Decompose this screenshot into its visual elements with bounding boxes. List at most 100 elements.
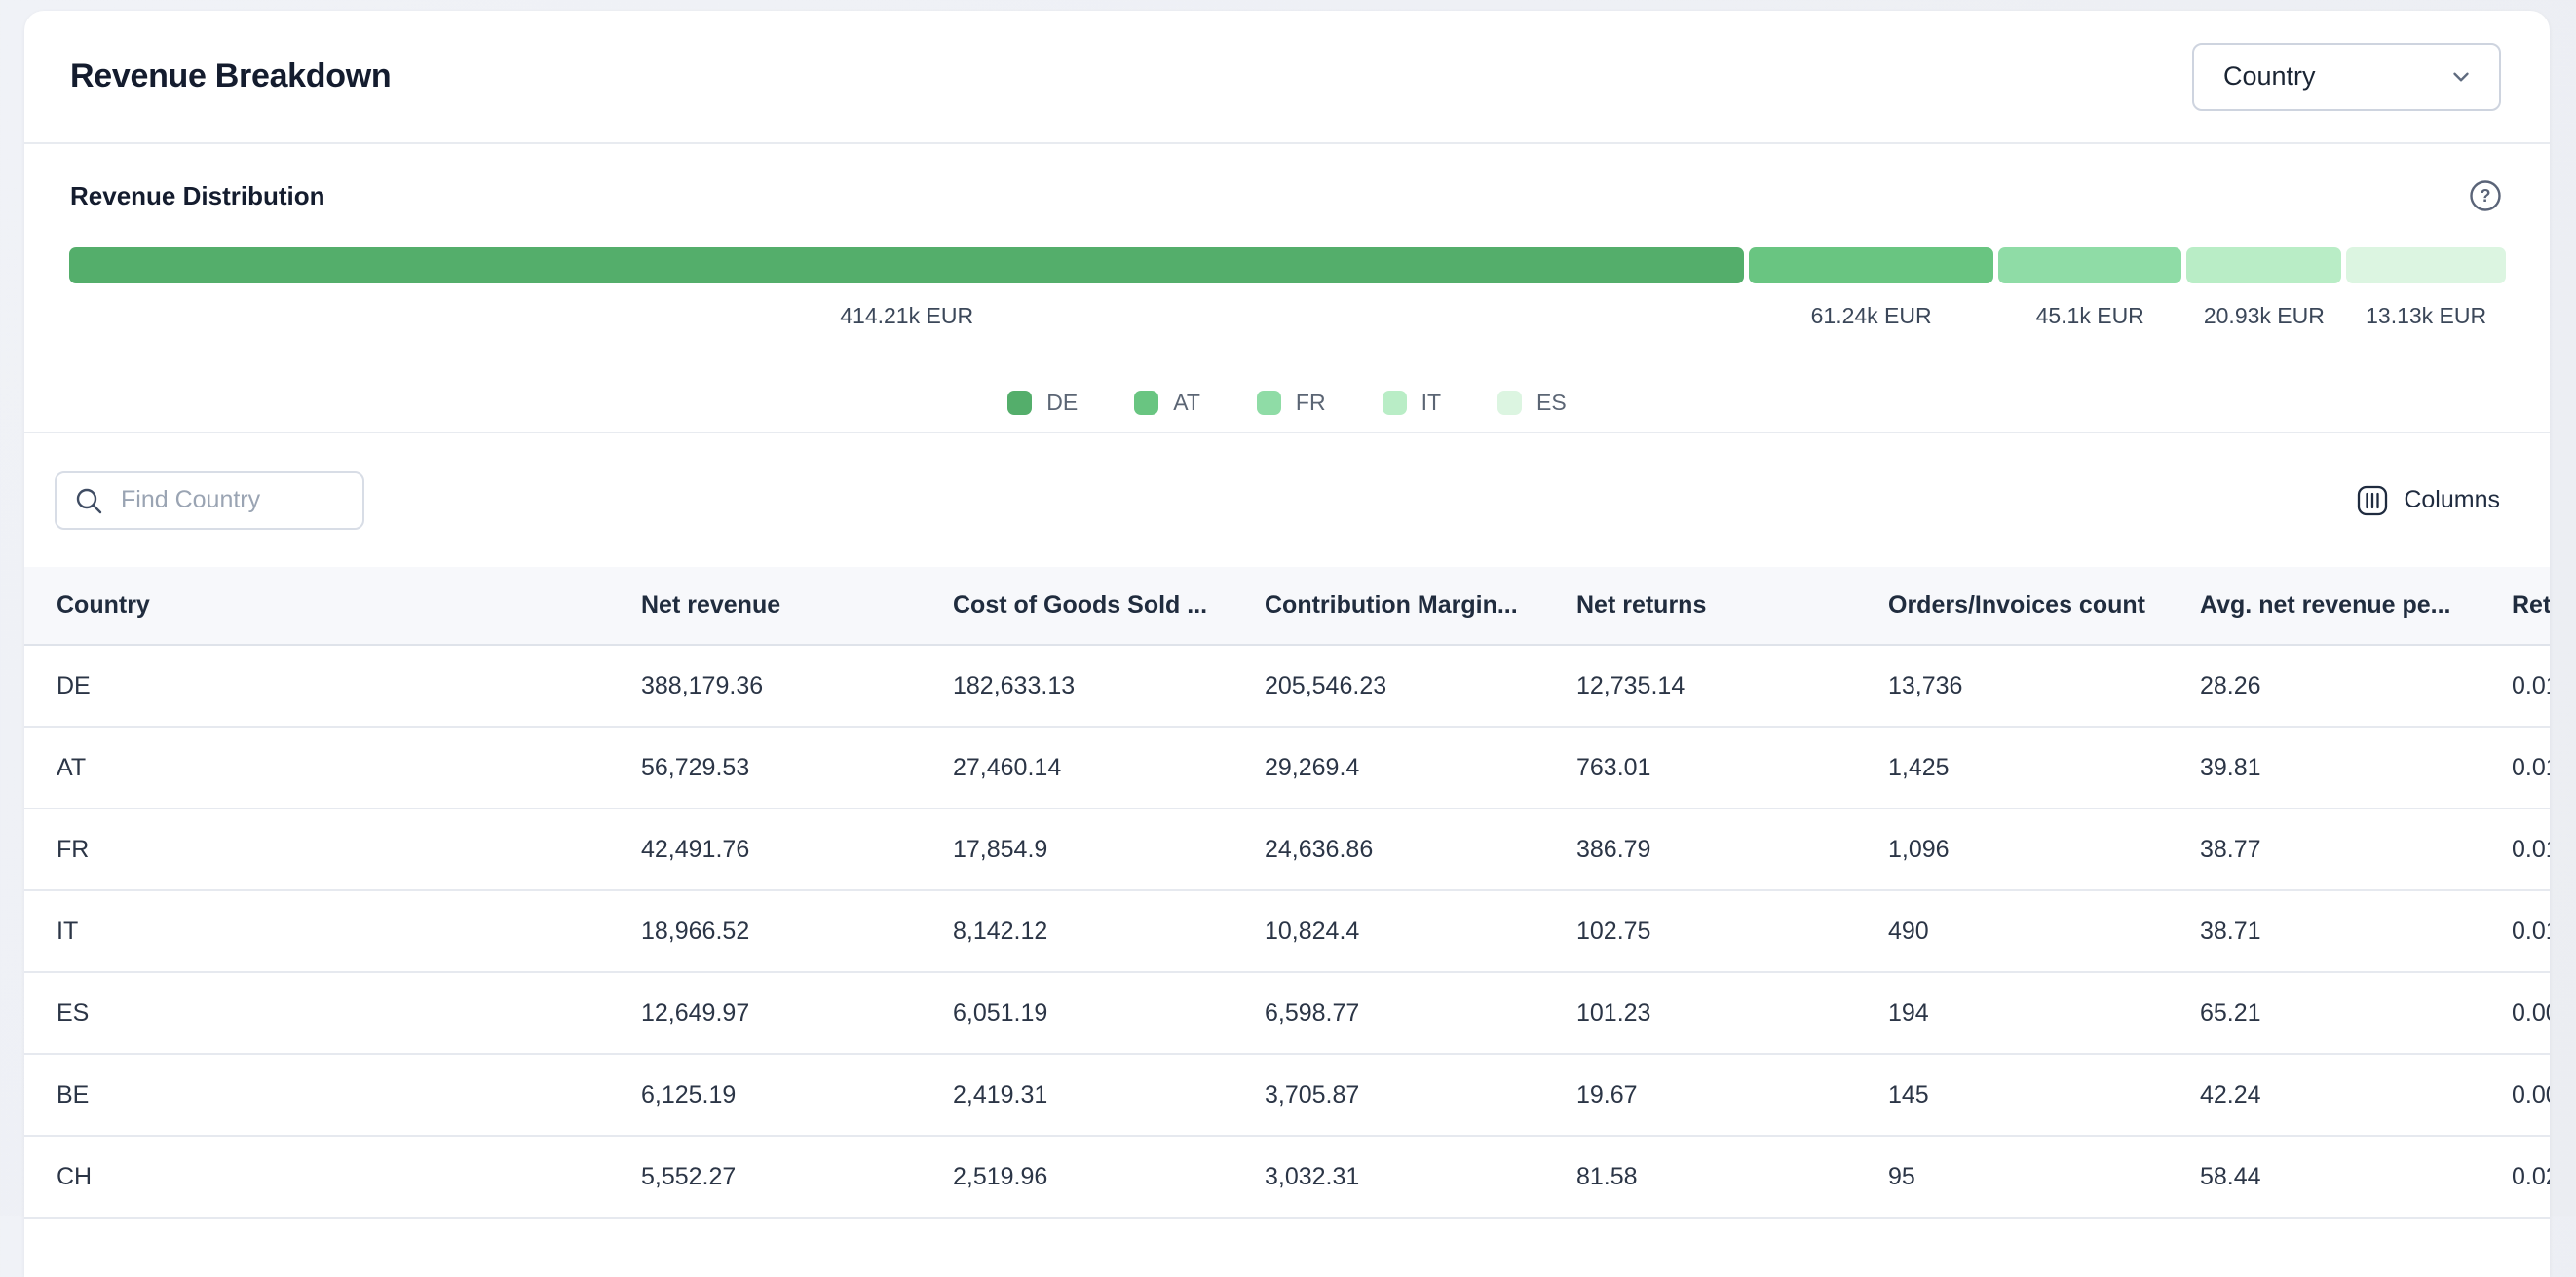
cell-7: 0.00	[2512, 999, 2550, 1028]
cell-0: BE	[57, 1081, 641, 1109]
cell-2: 2,419.31	[953, 1081, 1265, 1109]
table-row-fr[interactable]: FR42,491.7617,854.924,636.86386.791,0963…	[24, 809, 2550, 891]
cell-4: 81.58	[1576, 1163, 1888, 1191]
cell-6: 28.26	[2200, 672, 2512, 700]
cell-2: 2,519.96	[953, 1163, 1265, 1191]
bar-segment-value-it: 20.93k EUR	[2186, 303, 2341, 329]
cell-4: 386.79	[1576, 836, 1888, 864]
breakdown-table: CountryNet revenueCost of Goods Sold ...…	[24, 567, 2550, 1219]
cell-4: 19.67	[1576, 1081, 1888, 1109]
legend-item-fr[interactable]: FR	[1257, 390, 1326, 416]
table-row-de[interactable]: DE388,179.36182,633.13205,546.2312,735.1…	[24, 646, 2550, 728]
cell-0: FR	[57, 836, 641, 864]
stacked-bar-chart: 414.21k EUR61.24k EUR45.1k EUR20.93k EUR…	[69, 247, 2506, 329]
cell-7: 0.00	[2512, 1081, 2550, 1109]
legend-label: FR	[1296, 390, 1326, 416]
cell-0: AT	[57, 754, 641, 782]
search-box[interactable]	[55, 471, 364, 530]
column-header-5[interactable]: Orders/Invoices count	[1888, 591, 2200, 620]
search-input[interactable]	[121, 486, 345, 514]
cell-7: 0.01	[2512, 836, 2550, 864]
cell-0: DE	[57, 672, 641, 700]
bar-segment-de[interactable]	[69, 247, 1744, 283]
cell-1: 12,649.97	[641, 999, 953, 1028]
column-header-6[interactable]: Avg. net revenue pe...	[2200, 591, 2512, 620]
help-icon[interactable]: ?	[2469, 179, 2502, 212]
legend-swatch-de	[1007, 391, 1032, 415]
cell-1: 6,125.19	[641, 1081, 953, 1109]
cell-3: 205,546.23	[1265, 672, 1576, 700]
cell-5: 194	[1888, 999, 2200, 1028]
cell-1: 5,552.27	[641, 1163, 953, 1191]
table-body: DE388,179.36182,633.13205,546.2312,735.1…	[24, 646, 2550, 1219]
table-row-es[interactable]: ES12,649.976,051.196,598.77101.2319465.2…	[24, 973, 2550, 1055]
stacked-bar	[69, 247, 2506, 283]
cell-2: 27,460.14	[953, 754, 1265, 782]
column-header-3[interactable]: Contribution Margin...	[1265, 591, 1576, 620]
column-header-4[interactable]: Net returns	[1576, 591, 1888, 620]
cell-1: 18,966.52	[641, 918, 953, 946]
cell-0: ES	[57, 999, 641, 1028]
cell-1: 56,729.53	[641, 754, 953, 782]
cell-0: IT	[57, 918, 641, 946]
table-header-row: CountryNet revenueCost of Goods Sold ...…	[24, 567, 2550, 646]
cell-7: 0.01	[2512, 918, 2550, 946]
column-header-0[interactable]: Country	[57, 591, 641, 620]
legend-swatch-it	[1383, 391, 1407, 415]
cell-7: 0.01	[2512, 672, 2550, 700]
legend-swatch-at	[1134, 391, 1158, 415]
table-toolbar: Columns	[24, 433, 2550, 567]
column-header-1[interactable]: Net revenue	[641, 591, 953, 620]
distribution-title: Revenue Distribution	[70, 181, 324, 211]
revenue-breakdown-card: Revenue Breakdown Country Revenue Distri…	[24, 11, 2550, 1277]
page-title: Revenue Breakdown	[70, 57, 391, 95]
cell-0: CH	[57, 1163, 641, 1191]
legend-item-it[interactable]: IT	[1383, 390, 1441, 416]
cell-5: 13,736	[1888, 672, 2200, 700]
columns-button-label: Columns	[2404, 486, 2500, 514]
cell-4: 12,735.14	[1576, 672, 1888, 700]
cell-4: 101.23	[1576, 999, 1888, 1028]
svg-text:?: ?	[2481, 186, 2491, 206]
bar-segment-it[interactable]	[2186, 247, 2341, 283]
cell-6: 38.77	[2200, 836, 2512, 864]
bar-segment-es[interactable]	[2346, 247, 2506, 283]
table-row-ch[interactable]: CH5,552.272,519.963,032.3181.589558.440.…	[24, 1137, 2550, 1219]
column-header-7[interactable]: Ret	[2512, 591, 2550, 620]
cell-3: 29,269.4	[1265, 754, 1576, 782]
bar-segment-fr[interactable]	[1998, 247, 2182, 283]
legend-swatch-es	[1497, 391, 1522, 415]
dimension-select[interactable]: Country	[2192, 43, 2501, 111]
chevron-down-icon	[2448, 64, 2474, 90]
chart-legend: DE AT FR IT ES	[24, 390, 2550, 416]
legend-item-de[interactable]: DE	[1007, 390, 1078, 416]
bar-segment-value-fr: 45.1k EUR	[1998, 303, 2182, 329]
cell-2: 17,854.9	[953, 836, 1265, 864]
bar-segment-at[interactable]	[1749, 247, 1993, 283]
cell-4: 763.01	[1576, 754, 1888, 782]
bar-segment-value-de: 414.21k EUR	[69, 303, 1744, 329]
cell-6: 42.24	[2200, 1081, 2512, 1109]
cell-2: 6,051.19	[953, 999, 1265, 1028]
cell-5: 490	[1888, 918, 2200, 946]
cell-6: 65.21	[2200, 999, 2512, 1028]
legend-item-at[interactable]: AT	[1134, 390, 1200, 416]
search-icon	[74, 486, 103, 515]
legend-item-es[interactable]: ES	[1497, 390, 1567, 416]
cell-7: 0.02	[2512, 1163, 2550, 1191]
bar-segment-value-es: 13.13k EUR	[2346, 303, 2506, 329]
cell-3: 10,824.4	[1265, 918, 1576, 946]
columns-button[interactable]: Columns	[2357, 485, 2500, 516]
cell-6: 39.81	[2200, 754, 2512, 782]
table-row-it[interactable]: IT18,966.528,142.1210,824.4102.7549038.7…	[24, 891, 2550, 973]
table-row-at[interactable]: AT56,729.5327,460.1429,269.4763.011,4253…	[24, 728, 2550, 809]
cell-2: 8,142.12	[953, 918, 1265, 946]
dimension-select-value: Country	[2223, 61, 2316, 92]
bar-segment-value-at: 61.24k EUR	[1749, 303, 1993, 329]
cell-5: 95	[1888, 1163, 2200, 1191]
column-header-2[interactable]: Cost of Goods Sold ...	[953, 591, 1265, 620]
cell-6: 58.44	[2200, 1163, 2512, 1191]
table-row-be[interactable]: BE6,125.192,419.313,705.8719.6714542.240…	[24, 1055, 2550, 1137]
legend-label: IT	[1421, 390, 1441, 416]
cell-3: 3,032.31	[1265, 1163, 1576, 1191]
